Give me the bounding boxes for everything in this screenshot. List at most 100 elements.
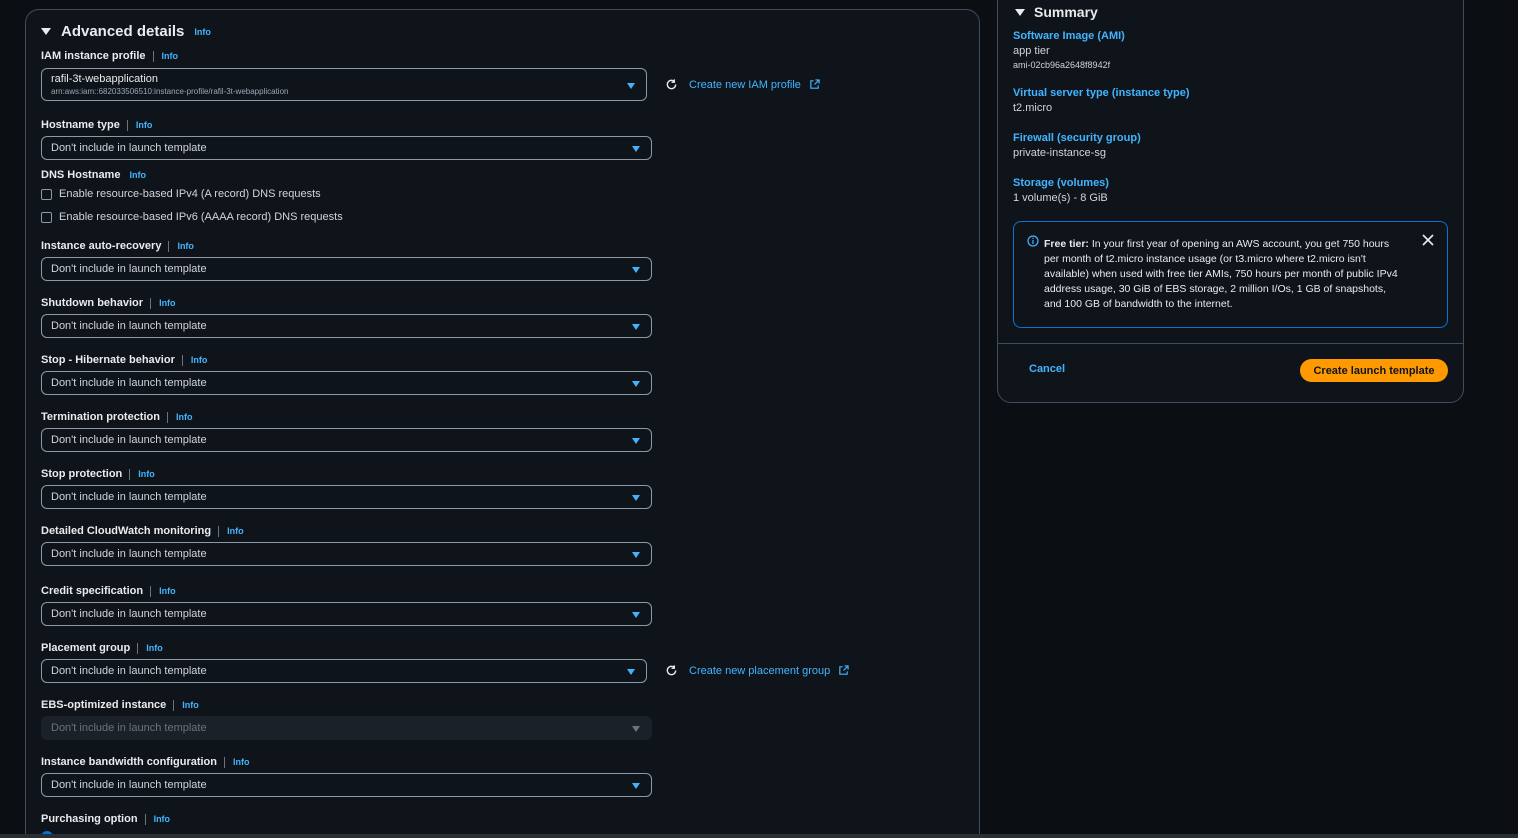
select-value: Don't include in launch template	[51, 142, 207, 154]
iam-profile-value: rafil-3t-webapplication	[51, 73, 158, 85]
select-value: Don't include in launch template	[51, 377, 207, 389]
dropdown-arrow-icon	[632, 726, 640, 732]
hibernate-label-row: Stop - Hibernate behavior Info	[41, 354, 207, 366]
advanced-details-title: Advanced details	[61, 23, 185, 40]
ebs-label: EBS-optimized instance	[41, 699, 167, 711]
info-link[interactable]: Info	[227, 526, 244, 536]
auto-recovery-select[interactable]: Don't include in launch template	[41, 257, 652, 281]
shutdown-select[interactable]: Don't include in launch template	[41, 314, 652, 338]
divider	[998, 343, 1463, 344]
dropdown-arrow-icon	[632, 495, 640, 501]
external-link-icon	[810, 79, 820, 89]
ebs-select: Don't include in launch template	[41, 716, 652, 740]
free-tier-bold: Free tier:	[1044, 238, 1089, 250]
iam-profile-select[interactable]: rafil-3t-webapplication arn:aws:iam::682…	[41, 68, 647, 101]
dropdown-arrow-icon	[632, 552, 640, 558]
bandwidth-select[interactable]: Don't include in launch template	[41, 773, 652, 797]
iam-profile-label: IAM instance profile	[41, 50, 146, 62]
select-value: Don't include in launch template	[51, 722, 207, 734]
dropdown-arrow-icon	[632, 783, 640, 789]
caret-down-icon	[1015, 8, 1025, 16]
stop-protection-select[interactable]: Don't include in launch template	[41, 485, 652, 509]
iam-profile-label-row: IAM instance profile Info	[41, 50, 178, 62]
info-link[interactable]: Info	[182, 700, 199, 710]
ipv6-dns-checkbox[interactable]	[41, 211, 52, 223]
ebs-label-row: EBS-optimized instance Info	[41, 699, 199, 711]
hostname-type-label: Hostname type	[41, 119, 120, 131]
hibernate-select[interactable]: Don't include in launch template	[41, 371, 652, 395]
close-icon[interactable]	[1422, 234, 1434, 246]
ipv4-dns-checkbox[interactable]	[41, 188, 52, 200]
dns-hostname-label: DNS Hostname	[41, 169, 121, 181]
select-value: Don't include in launch template	[51, 608, 207, 620]
dropdown-arrow-icon	[627, 669, 635, 675]
firewall-value: private-instance-sg	[1013, 147, 1106, 159]
ipv4-dns-checkbox-row[interactable]: Enable resource-based IPv4 (A record) DN…	[41, 188, 321, 200]
dropdown-arrow-icon	[627, 83, 635, 89]
ipv6-dns-checkbox-row[interactable]: Enable resource-based IPv6 (AAAA record)…	[41, 211, 343, 223]
cancel-button[interactable]: Cancel	[1029, 363, 1065, 375]
info-link[interactable]: Info	[159, 298, 176, 308]
select-value: Don't include in launch template	[51, 779, 207, 791]
cloudwatch-label: Detailed CloudWatch monitoring	[41, 525, 212, 537]
info-link[interactable]: Info	[146, 643, 163, 653]
ami-id: ami-02cb96a2648f8942f	[1013, 60, 1111, 70]
ipv6-dns-label: Enable resource-based IPv6 (AAAA record)…	[59, 211, 343, 223]
info-link[interactable]: Info	[154, 814, 171, 824]
bandwidth-label: Instance bandwidth configuration	[41, 756, 217, 768]
stop-protection-label: Stop protection	[41, 468, 123, 480]
stop-protection-label-row: Stop protection Info	[41, 468, 155, 480]
info-link[interactable]: Info	[129, 170, 146, 180]
termination-select[interactable]: Don't include in launch template	[41, 428, 652, 452]
info-link[interactable]: Info	[194, 27, 211, 37]
info-link[interactable]: Info	[191, 355, 208, 365]
select-value: Don't include in launch template	[51, 491, 207, 503]
external-link-icon	[839, 665, 849, 675]
refresh-icon[interactable]	[665, 78, 678, 91]
create-placement-group-link[interactable]: Create new placement group	[665, 664, 849, 677]
advanced-details-panel: Advanced details Info IAM instance profi…	[25, 9, 980, 838]
create-iam-profile-link[interactable]: Create new IAM profile	[665, 78, 820, 91]
summary-panel: Summary Software Image (AMI) app tier am…	[997, 0, 1464, 403]
hostname-type-label-row: Hostname type Info	[41, 119, 152, 131]
instance-type-value: t2.micro	[1013, 102, 1053, 114]
credit-select[interactable]: Don't include in launch template	[41, 602, 652, 626]
placement-label-row: Placement group Info	[41, 642, 163, 654]
iam-profile-arn: arn:aws:iam::682033506510:instance-profi…	[51, 87, 289, 96]
info-link[interactable]: Info	[159, 586, 176, 596]
create-iam-profile-label: Create new IAM profile	[689, 78, 801, 91]
ami-value: app tier	[1013, 45, 1050, 57]
info-link[interactable]: Info	[233, 757, 250, 767]
storage-label[interactable]: Storage (volumes)	[1013, 177, 1109, 189]
info-link[interactable]: Info	[136, 120, 153, 130]
info-circle-icon	[1027, 235, 1039, 247]
free-tier-alert: Free tier: In your first year of opening…	[1013, 221, 1448, 328]
summary-title: Summary	[1034, 4, 1098, 20]
info-link[interactable]: Info	[138, 469, 155, 479]
select-value: Don't include in launch template	[51, 434, 207, 446]
firewall-label[interactable]: Firewall (security group)	[1013, 132, 1141, 144]
select-value: Don't include in launch template	[51, 665, 207, 677]
summary-header[interactable]: Summary	[1015, 4, 1098, 20]
dropdown-arrow-icon	[632, 438, 640, 444]
horizontal-scrollbar[interactable]	[0, 834, 1518, 838]
advanced-details-header[interactable]: Advanced details Info	[41, 23, 211, 40]
ami-label[interactable]: Software Image (AMI)	[1013, 30, 1125, 42]
placement-select[interactable]: Don't include in launch template	[41, 659, 647, 683]
ipv4-dns-label: Enable resource-based IPv4 (A record) DN…	[59, 188, 321, 200]
info-link[interactable]: Info	[176, 412, 193, 422]
refresh-icon[interactable]	[665, 664, 678, 677]
select-value: Don't include in launch template	[51, 548, 207, 560]
dropdown-arrow-icon	[632, 612, 640, 618]
cloudwatch-select[interactable]: Don't include in launch template	[41, 542, 652, 566]
credit-label: Credit specification	[41, 585, 144, 597]
dns-hostname-label-row: DNS Hostname Info	[41, 169, 146, 181]
dropdown-arrow-icon	[632, 267, 640, 273]
instance-type-label[interactable]: Virtual server type (instance type)	[1013, 87, 1189, 99]
info-link[interactable]: Info	[177, 241, 194, 251]
select-value: Don't include in launch template	[51, 263, 207, 275]
hostname-type-select[interactable]: Don't include in launch template	[41, 136, 652, 160]
free-tier-body: In your first year of opening an AWS acc…	[1044, 238, 1398, 310]
create-launch-template-button[interactable]: Create launch template	[1300, 359, 1448, 382]
info-link[interactable]: Info	[162, 51, 179, 61]
